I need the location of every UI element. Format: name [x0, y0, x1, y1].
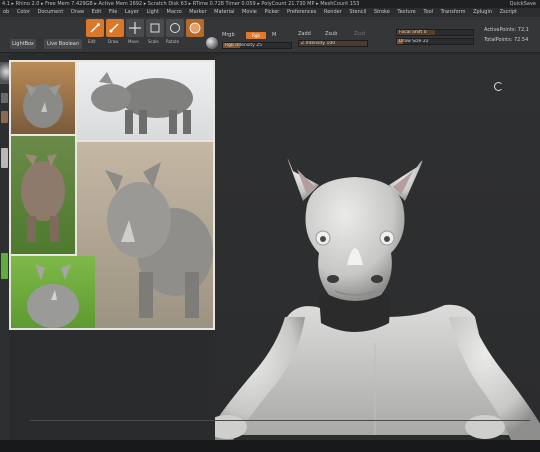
- rhino-sculpt-model[interactable]: [207, 55, 540, 440]
- rotate-cursor-icon: [494, 82, 503, 91]
- floor-grid-line: [30, 420, 530, 421]
- live-boolean-button[interactable]: Live Boolean: [44, 39, 82, 49]
- menu-item[interactable]: Preferences: [287, 9, 316, 15]
- menu-item[interactable]: Light: [146, 9, 158, 15]
- menu-item[interactable]: Transform: [441, 9, 466, 15]
- menu-item[interactable]: Picker: [264, 9, 279, 15]
- menu-item[interactable]: Stencil: [349, 9, 366, 15]
- menu-item[interactable]: Tool: [423, 9, 433, 15]
- alpha-thumbnail[interactable]: [1, 253, 8, 279]
- rotate-icon[interactable]: [166, 19, 184, 37]
- quicksave-button[interactable]: QuickSave: [510, 0, 536, 8]
- reference-photo-2: [77, 62, 213, 140]
- draw-icon[interactable]: [106, 19, 124, 37]
- rotate-label: Rotate: [166, 39, 180, 44]
- menu-item[interactable]: ob: [3, 9, 9, 15]
- edit-icon[interactable]: [86, 19, 104, 37]
- canvas-viewport[interactable]: [207, 55, 540, 440]
- menu-item[interactable]: Movie: [242, 9, 257, 15]
- rgb-intensity-label: Rgb Intensity 25: [225, 43, 263, 48]
- brush-thumbnail[interactable]: [0, 62, 9, 84]
- monitor-bezel: [0, 440, 540, 452]
- menu-item[interactable]: Marker: [189, 9, 206, 15]
- title-bar: 4.1 ▸ Rhino 2.0 ▸ Free Mem 7.429GB ▸ Act…: [0, 0, 540, 8]
- menu-item[interactable]: Macro: [167, 9, 182, 15]
- color-picker[interactable]: [1, 148, 8, 168]
- zbrush-screen: 4.1 ▸ Rhino 2.0 ▸ Free Mem 7.429GB ▸ Act…: [0, 0, 540, 452]
- menu-item[interactable]: Stroke: [374, 9, 390, 15]
- material-sphere-icon[interactable]: [206, 37, 218, 49]
- menu-item[interactable]: Layer: [125, 9, 139, 15]
- reference-photo-3: [11, 136, 75, 254]
- z-intensity-slider[interactable]: Z Intensity 100: [298, 40, 368, 47]
- zsub-button[interactable]: Zsub: [325, 31, 337, 37]
- material-thumbnail[interactable]: [1, 111, 8, 123]
- menu-bar: ob Color Document Draw Edit File Layer L…: [0, 8, 540, 17]
- rgb-intensity-slider[interactable]: Rgb Intensity 25: [222, 42, 292, 49]
- menu-item[interactable]: Zplugin: [473, 9, 492, 15]
- draw-size-slider[interactable]: Draw Size 22: [396, 38, 474, 45]
- menu-item[interactable]: Texture: [397, 9, 415, 15]
- mrgb-button[interactable]: Mrgb: [222, 32, 235, 38]
- zcut-button[interactable]: Zcut: [354, 31, 365, 37]
- menu-item[interactable]: Color: [17, 9, 30, 15]
- menu-item[interactable]: Document: [37, 9, 63, 15]
- m-button[interactable]: M: [272, 32, 276, 38]
- draw-size-label: Draw Size 22: [399, 39, 429, 44]
- focal-shift-label: Focal Shift 0: [399, 30, 427, 35]
- reference-image-board: [9, 60, 215, 330]
- menu-item[interactable]: File: [109, 9, 117, 15]
- brush-preview-icon[interactable]: [186, 19, 204, 37]
- reference-photo-5: [11, 256, 95, 328]
- scale-label: Scale: [148, 39, 159, 44]
- focal-shift-slider[interactable]: Focal Shift 0: [396, 29, 474, 36]
- menu-item[interactable]: Draw: [71, 9, 84, 15]
- menu-item[interactable]: Render: [324, 9, 342, 15]
- draw-label: Draw: [108, 39, 119, 44]
- stroke-thumbnail[interactable]: [1, 93, 8, 103]
- menu-item[interactable]: Edit: [92, 9, 102, 15]
- zadd-button[interactable]: Zadd: [298, 31, 311, 37]
- left-shelf: [0, 53, 9, 443]
- rgb-button[interactable]: Rgb: [246, 32, 266, 39]
- z-intensity-label: Z Intensity 100: [301, 41, 336, 46]
- scale-icon[interactable]: [146, 19, 164, 37]
- lightbox-button[interactable]: LightBox: [10, 39, 36, 49]
- active-points-readout: ActivePoints: 72,1: [484, 27, 529, 33]
- edit-label: Edit: [88, 39, 96, 44]
- move-label: Move: [128, 39, 139, 44]
- reference-photo-1: [11, 62, 75, 134]
- move-icon[interactable]: [126, 19, 144, 37]
- title-status-text: 4.1 ▸ Rhino 2.0 ▸ Free Mem 7.429GB ▸ Act…: [2, 1, 360, 7]
- total-points-readout: TotalPoints: 72.54: [484, 37, 529, 43]
- menu-item[interactable]: Material: [214, 9, 234, 15]
- reference-photo-4: [77, 142, 213, 328]
- menu-item[interactable]: Zscript: [500, 9, 517, 15]
- top-shelf-toolbar: LightBox Live Boolean Edit Draw Move Sca…: [0, 17, 540, 53]
